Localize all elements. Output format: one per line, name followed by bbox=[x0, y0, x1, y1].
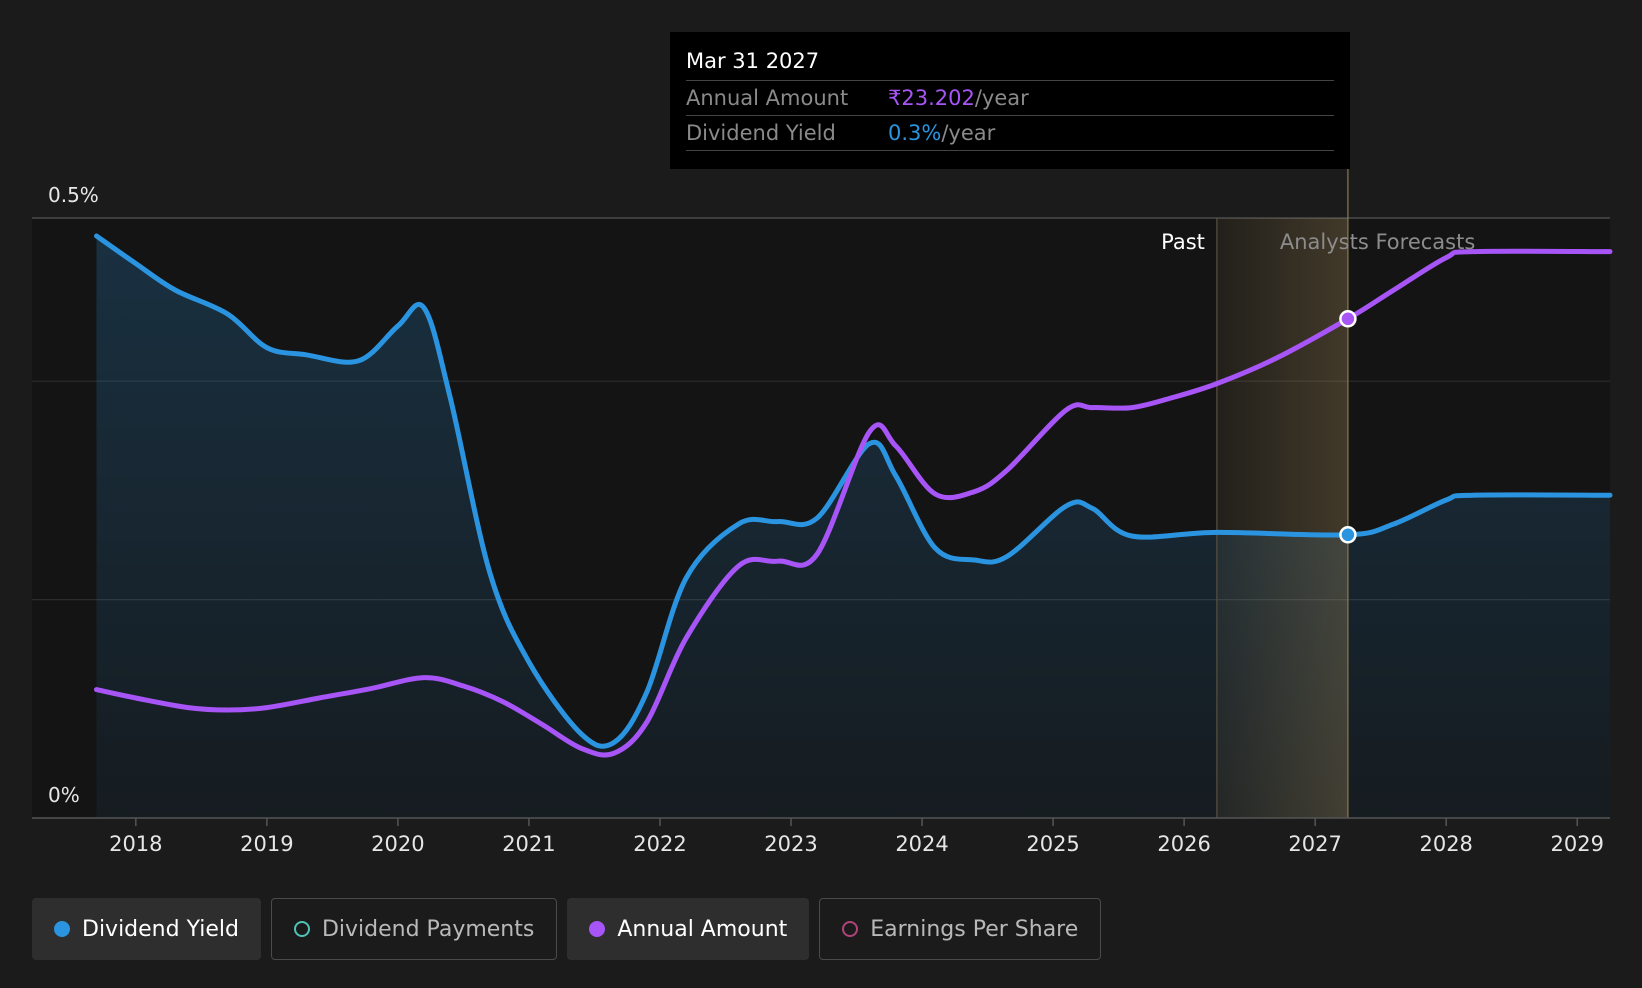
x-tick-label: 2020 bbox=[371, 832, 424, 856]
legend-label: Annual Amount bbox=[617, 916, 788, 942]
tooltip-date: Mar 31 2027 bbox=[686, 46, 1334, 81]
past-label: Past bbox=[1161, 230, 1205, 254]
hover-point-1 bbox=[1339, 310, 1357, 328]
x-tick-label: 2021 bbox=[502, 832, 555, 856]
tooltip-value: ₹23.202 bbox=[888, 86, 975, 110]
y-axis-label-zero: 0% bbox=[48, 783, 80, 807]
tooltip-unit: /year bbox=[941, 121, 996, 145]
tooltip-label: Annual Amount bbox=[686, 86, 849, 110]
y-axis-label-max: 0.5% bbox=[48, 183, 99, 207]
tooltip-row-dividend-yield: Dividend Yield 0.3% /year bbox=[686, 116, 1334, 151]
legend-dot-icon bbox=[293, 921, 310, 937]
legend-dividend-payments[interactable]: Dividend Payments bbox=[270, 898, 558, 960]
legend-dot-icon bbox=[54, 921, 70, 937]
legend-label: Dividend Yield bbox=[82, 916, 239, 942]
hover-tooltip: Mar 31 2027 Annual Amount ₹23.202 /year … bbox=[670, 32, 1350, 169]
legend-earnings-per-share[interactable]: Earnings Per Share bbox=[819, 898, 1102, 960]
legend-annual-amount[interactable]: Annual Amount bbox=[567, 898, 810, 960]
x-tick-label: 2028 bbox=[1419, 832, 1472, 856]
x-tick-label: 2022 bbox=[633, 832, 686, 856]
legend-label: Dividend Payments bbox=[321, 916, 535, 942]
chart-legend: Dividend Yield Dividend Payments Annual … bbox=[32, 898, 1102, 960]
legend-dot-icon bbox=[842, 921, 859, 937]
legend-dividend-yield[interactable]: Dividend Yield bbox=[32, 898, 261, 960]
x-tick-label: 2027 bbox=[1288, 832, 1341, 856]
analysts-forecasts-label: Analysts Forecasts bbox=[1280, 230, 1475, 254]
x-tick-label: 2023 bbox=[764, 832, 817, 856]
hover-point-0 bbox=[1339, 526, 1357, 544]
x-tick-label: 2029 bbox=[1551, 832, 1604, 856]
tooltip-value: 0.3% bbox=[888, 121, 942, 145]
tooltip-row-annual-amount: Annual Amount ₹23.202 /year bbox=[686, 81, 1334, 116]
tooltip-label: Dividend Yield bbox=[686, 121, 836, 145]
x-tick-label: 2019 bbox=[240, 832, 293, 856]
legend-dot-icon bbox=[589, 921, 606, 937]
x-tick-label: 2025 bbox=[1026, 832, 1079, 856]
x-tick-label: 2024 bbox=[895, 832, 948, 856]
forecast-band bbox=[1216, 218, 1348, 818]
legend-label: Earnings Per Share bbox=[870, 916, 1079, 942]
x-tick-label: 2018 bbox=[109, 832, 162, 856]
x-tick-label: 2026 bbox=[1157, 832, 1210, 856]
tooltip-unit: /year bbox=[974, 86, 1029, 110]
